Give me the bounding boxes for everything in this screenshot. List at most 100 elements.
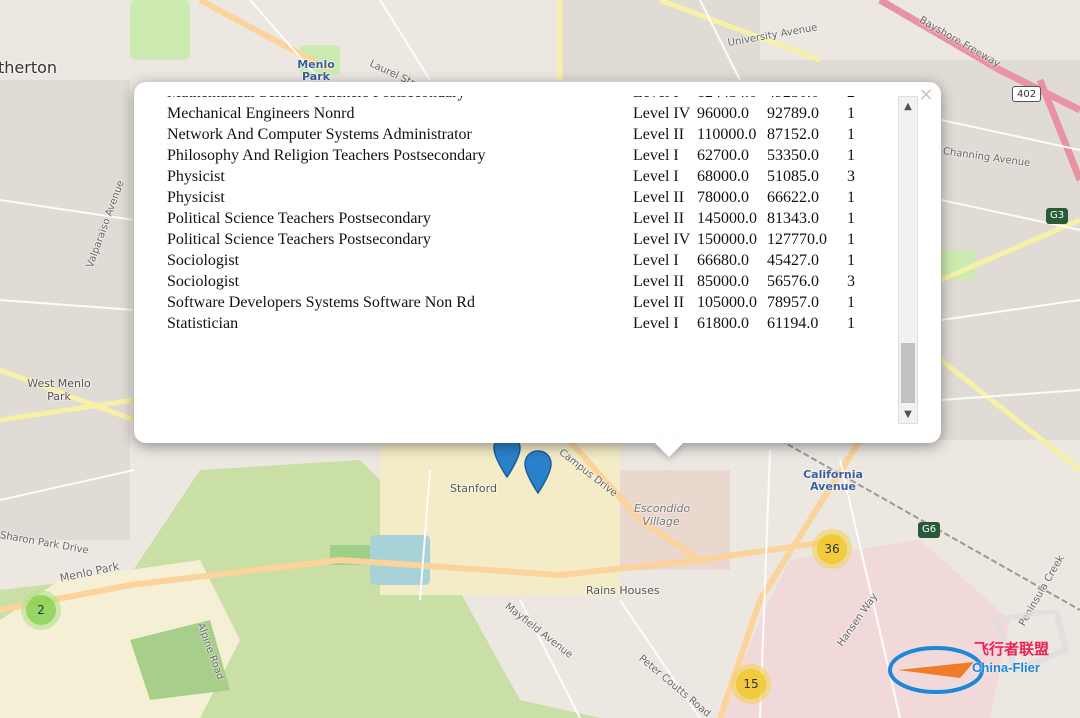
watermark-cn: 飞行者联盟 [974,640,1050,658]
salary-high: 150000.0 [697,231,757,248]
salary-high: 66680.0 [697,252,749,269]
count: 1 [847,210,855,227]
count: 1 [847,315,855,332]
job-level: Level I [631,96,695,103]
count: 2 [843,96,863,103]
job-title: Mathematical Science Teachers Postsecond… [165,96,631,103]
salary-high: 78000.0 [697,189,749,206]
table-row: Mathematical Science Teachers Postsecond… [165,96,863,103]
job-title: Software Developers Systems Software Non… [167,294,475,311]
job-level: Level II [633,294,685,311]
count: 1 [847,105,855,122]
watermark: 飞行者联盟 China-Flier [876,610,1076,710]
job-level: Level I [633,147,679,164]
place-label: California Avenue [803,468,863,493]
cluster-count: 2 [26,595,56,625]
job-title: Physicist [167,168,225,185]
table-row: Political Science Teachers Postsecondary… [165,208,863,229]
scroll-thumb[interactable] [901,343,915,403]
job-title: Sociologist [167,273,240,290]
job-level: Level II [633,210,685,227]
count: 1 [847,294,855,311]
salary-low: 56576.0 [767,273,819,290]
job-title: Mechanical Engineers Nonrd [167,105,355,122]
salary-low: 127770.0 [767,231,827,248]
table-row: Sociologist Level II 85000.0 56576.0 3 [165,271,863,292]
salary-low: 49250.0 [765,96,843,103]
count: 1 [847,252,855,269]
table-row: Software Developers Systems Software Non… [165,292,863,313]
salary-high: 124434.0 [695,96,765,103]
salary-high: 85000.0 [697,273,749,290]
salary-low: 92789.0 [767,105,819,122]
job-level: Level II [633,126,685,143]
job-title: Political Science Teachers Postsecondary [167,231,431,248]
cluster-count: 36 [817,534,847,564]
salary-high: 145000.0 [697,210,757,227]
salary-low: 45427.0 [767,252,819,269]
route-shield: G3 [1046,208,1069,224]
job-title: Philosophy And Religion Teachers Postsec… [167,147,486,164]
salary-high: 61800.0 [697,315,749,332]
place-label: Rains Houses [586,584,660,597]
job-level: Level I [633,315,679,332]
salary-table: Mathematical Science Teachers Postsecond… [165,96,863,334]
salary-high: 110000.0 [697,126,757,143]
place-label: Escondido Village [634,502,691,528]
salary-low: 87152.0 [767,126,819,143]
place-label: therton [0,58,58,77]
count: 1 [847,231,855,248]
salary-high: 62700.0 [697,147,749,164]
route-shield: G6 [918,522,941,538]
count: 1 [847,189,855,206]
table-row: Mechanical Engineers Nonrd Level IV 96000.… [165,103,863,124]
popup-scrollbar[interactable]: ▲ ▼ [898,96,918,424]
count: 3 [847,273,855,290]
salary-low: 53350.0 [767,147,819,164]
table-row: Statistician Level I 61800.0 61194.0 1 [165,313,863,334]
popup-content[interactable]: Mathematical Science Teachers Postsecond… [134,96,900,426]
count: 3 [847,168,855,185]
job-title: Network And Computer Systems Administrat… [167,126,472,143]
salary-low: 81343.0 [767,210,819,227]
cluster-count: 15 [736,669,766,699]
salary-low: 61194.0 [767,315,819,332]
table-row: Network And Computer Systems Administrat… [165,124,863,145]
place-label: Stanford [450,482,497,495]
job-level: Level I [633,168,679,185]
job-title: Political Science Teachers Postsecondary [167,210,431,227]
scroll-down-icon[interactable]: ▼ [899,405,917,423]
salary-high: 68000.0 [697,168,749,185]
table-row: Physicist Level II 78000.0 66622.0 1 [165,187,863,208]
marker-cluster[interactable]: 2 [21,590,61,630]
job-title: Sociologist [167,252,240,269]
salary-low: 78957.0 [767,294,819,311]
salary-low: 51085.0 [767,168,819,185]
job-level: Level IV [633,105,691,122]
scroll-up-icon[interactable]: ▲ [899,97,917,115]
route-shield: 402 [1012,86,1042,102]
job-level: Level I [633,252,679,269]
popup-close-button[interactable]: × [916,84,936,106]
marker-cluster[interactable]: 15 [731,664,771,704]
marker-cluster[interactable]: 36 [812,529,852,569]
table-row: Political Science Teachers Postsecondary… [165,229,863,250]
salary-high: 96000.0 [697,105,749,122]
watermark-en: China-Flier [972,660,1040,675]
marker-popup: × Mathematical Science Teachers Postseco… [134,82,941,458]
count: 1 [847,126,855,143]
place-label: Menlo Park [297,58,335,83]
salary-low: 66622.0 [767,189,819,206]
job-title: Statistician [167,315,239,332]
count: 1 [847,147,855,164]
salary-high: 105000.0 [697,294,757,311]
table-row: Philosophy And Religion Teachers Postsec… [165,145,863,166]
job-level: Level II [633,273,685,290]
map-marker-icon[interactable] [524,450,552,494]
job-level: Level IV [633,231,691,248]
place-label: West Menlo Park [27,377,91,403]
job-title: Physicist [167,189,225,206]
table-row: Sociologist Level I 66680.0 45427.0 1 [165,250,863,271]
table-row: Physicist Level I 68000.0 51085.0 3 [165,166,863,187]
job-level: Level II [633,189,685,206]
